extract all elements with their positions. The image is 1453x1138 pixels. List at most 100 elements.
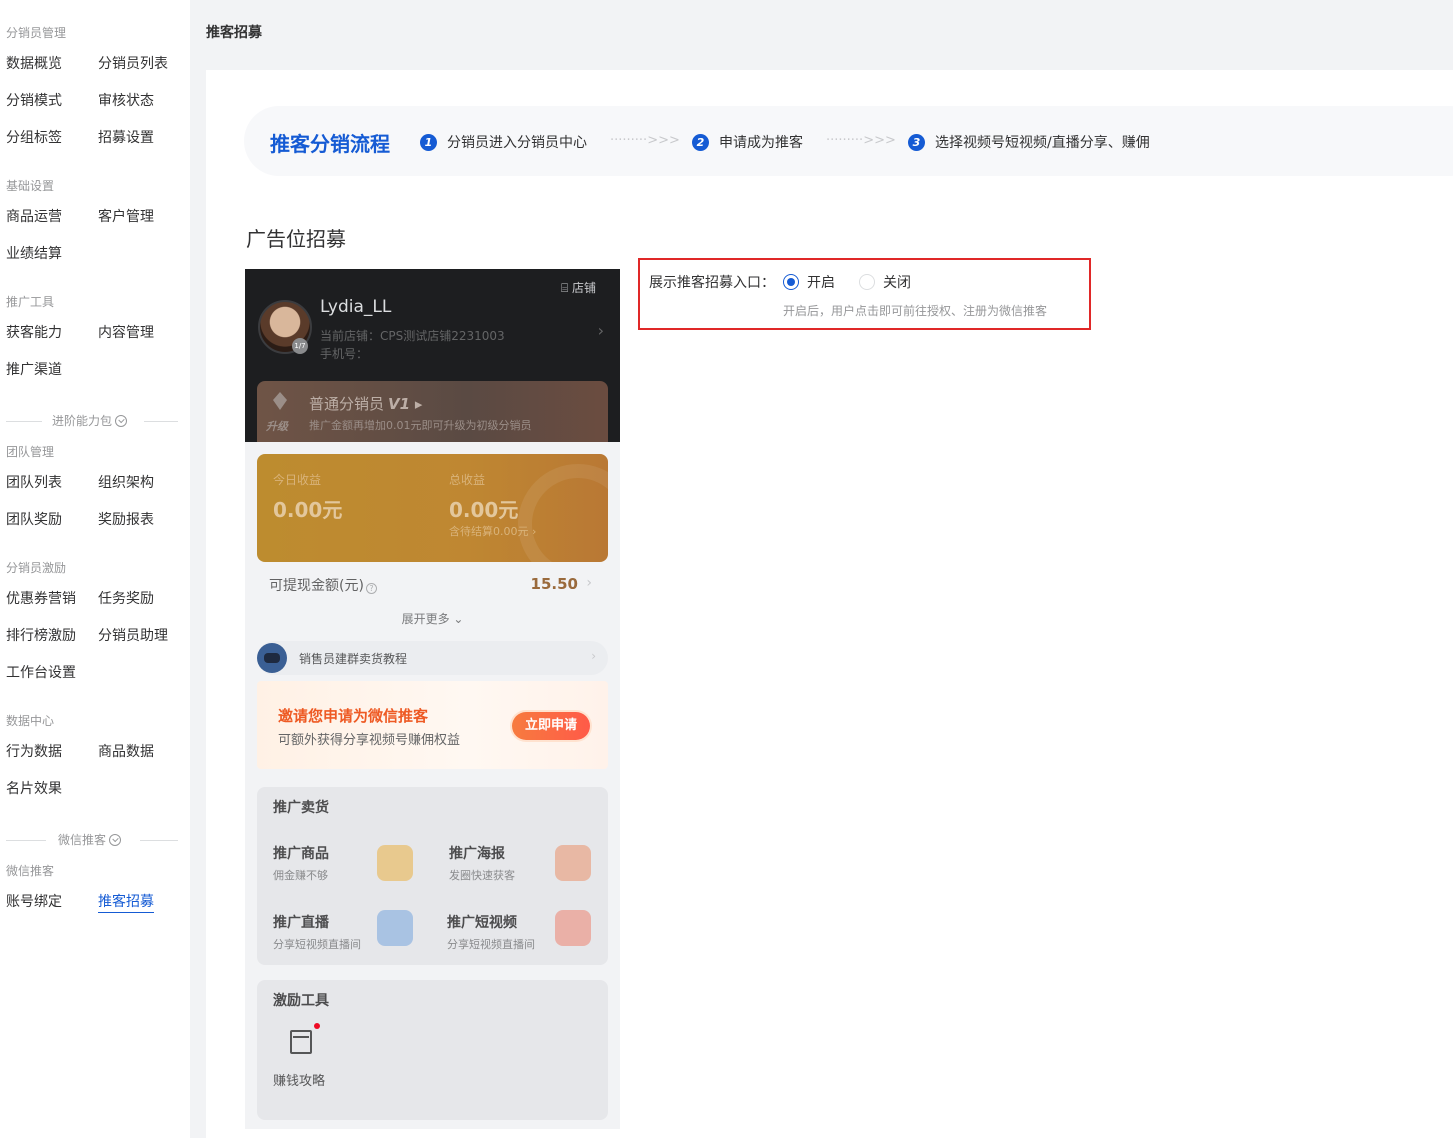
radio-label: 开启: [807, 275, 835, 291]
radio-option-off[interactable]: 关闭: [859, 272, 911, 292]
user-phone: 手机号：: [320, 347, 369, 361]
chevron-circle-icon: [109, 834, 122, 846]
nav-item-promo-channels[interactable]: 推广渠道: [6, 360, 62, 380]
total-income-value: 0.00元: [449, 498, 519, 522]
page-header: 推客招募: [190, 0, 1453, 70]
nav-item-distributor-assistant[interactable]: 分销员助理: [98, 626, 168, 646]
video-camera-icon: [555, 910, 591, 946]
group-title-wechat-promoter: 微信推客: [6, 864, 55, 878]
incentive-card-title: 激励工具: [273, 993, 329, 1009]
flow-step-3: 3 选择视频号短视频/直播分享、赚佣: [908, 132, 1150, 152]
tutorial-text: 销售员建群卖货教程: [299, 652, 408, 666]
nav-item-product-data[interactable]: 商品数据: [98, 742, 154, 762]
nav-item-group-tags[interactable]: 分组标签: [6, 128, 62, 148]
divider-advanced-pack[interactable]: 进阶能力包: [6, 412, 178, 430]
sidebar: 分销员管理 数据概览 分销员列表 分销模式 审核状态 分组标签 招募设置 基础设…: [0, 0, 190, 1138]
double-chevron-icon: ·········>>>: [610, 133, 680, 148]
chevron-right-icon: ›: [591, 649, 596, 663]
nav-item-customer-mgmt[interactable]: 客户管理: [98, 207, 154, 227]
promo-desc: 分享短视频直播间: [447, 938, 535, 951]
today-income-value: 0.00元: [273, 498, 343, 522]
withdraw-label-text: 可提现金额(元): [269, 578, 364, 594]
nav-item-acquisition[interactable]: 获客能力: [6, 323, 62, 343]
nav-item-org-structure[interactable]: 组织架构: [98, 473, 154, 493]
caret-right-icon: ▸: [410, 395, 423, 413]
promo-desc: 佣金赚不够: [273, 869, 328, 882]
group-title-incentives: 分销员激励: [6, 561, 67, 575]
flow-bar: 推客分销流程 1 分销员进入分销员中心 ·········>>> 2 申请成为推客 …: [244, 106, 1453, 176]
profile-header: ⌸ 店铺 1/7 Lydia_LL 当前店铺：CPS测试店铺2231003 手机…: [245, 269, 620, 442]
step-label: 分销员进入分销员中心: [447, 135, 587, 151]
user-name: Lydia_LL: [320, 297, 392, 317]
step-number: 3: [908, 134, 925, 151]
shop-link: ⌸ 店铺: [561, 279, 596, 296]
nav-item-distributor-list[interactable]: 分销员列表: [98, 54, 168, 74]
promo-name: 推广商品: [273, 846, 329, 862]
withdraw-label: 可提现金额(元)?: [269, 575, 377, 595]
divider-label: 进阶能力包: [52, 414, 113, 428]
main-content: 推客分销流程 1 分销员进入分销员中心 ·········>>> 2 申请成为推客 …: [206, 70, 1453, 1138]
chevron-right-icon: ›: [597, 321, 604, 340]
store-icon: ⌸: [560, 281, 572, 295]
radio-checked-icon[interactable]: [783, 274, 799, 290]
flow-title: 推客分销流程: [270, 132, 390, 156]
radio-option-on[interactable]: 开启: [783, 272, 835, 292]
divider-line: [140, 840, 178, 841]
nav-item-content-mgmt[interactable]: 内容管理: [98, 323, 154, 343]
income-card: 今日收益 0.00元 总收益 0.00元 含待结算0.00元 ›: [257, 454, 608, 562]
radio-label: 关闭: [883, 275, 911, 291]
expand-more: 展开更多 ⌄: [401, 612, 464, 626]
tutorial-row: 销售员建群卖货教程 ›: [257, 641, 608, 675]
nav-item-performance-settlement[interactable]: 业绩结算: [6, 244, 62, 264]
level-desc: 推广金额再增加0.01元即可升级为初级分销员: [309, 419, 532, 432]
promo-card-title: 推广卖货: [273, 800, 329, 816]
nav-item-team-rewards[interactable]: 团队奖励: [6, 510, 62, 530]
user-shop: 当前店铺：CPS测试店铺2231003: [320, 329, 505, 343]
step-number: 2: [692, 134, 709, 151]
nav-item-recruit-settings[interactable]: 招募设置: [98, 128, 154, 148]
book-icon: [290, 1030, 312, 1054]
withdraw-value: 15.50: [530, 575, 578, 593]
nav-item-workbench-settings[interactable]: 工作台设置: [6, 663, 76, 683]
incentive-card: 激励工具 赚钱攻略: [257, 980, 608, 1120]
robot-icon: [257, 643, 287, 673]
nav-item-data-overview[interactable]: 数据概览: [6, 54, 62, 74]
step-number: 1: [420, 134, 437, 151]
nav-item-reward-reports[interactable]: 奖励报表: [98, 510, 154, 530]
promo-name: 推广短视频: [447, 915, 517, 931]
help-icon: ?: [365, 583, 377, 594]
step-label: 选择视频号短视频/直播分享、赚佣: [935, 135, 1150, 151]
level-name: 普通分销员 V1 ▸: [309, 393, 422, 414]
nav-item-account-binding[interactable]: 账号绑定: [6, 892, 62, 912]
nav-item-task-rewards[interactable]: 任务奖励: [98, 589, 154, 609]
level-tag: V1: [388, 395, 411, 413]
nav-item-promoter-recruit[interactable]: 推客招募: [98, 892, 154, 913]
pending-settlement: 含待结算0.00元 ›: [449, 525, 537, 538]
notification-dot: [314, 1023, 320, 1029]
nav-item-team-list[interactable]: 团队列表: [6, 473, 62, 493]
group-title-basic-settings: 基础设置: [6, 179, 55, 193]
nav-item-behavior-data[interactable]: 行为数据: [6, 742, 62, 762]
promo-item-live: 推广直播 分享短视频直播间: [273, 910, 443, 962]
promo-name: 推广海报: [449, 846, 505, 862]
nav-item-product-ops[interactable]: 商品运营: [6, 207, 62, 227]
radio-unchecked-icon[interactable]: [859, 274, 875, 290]
divider-line: [6, 421, 42, 422]
nav-item-card-effect[interactable]: 名片效果: [6, 779, 62, 799]
nav-item-review-status[interactable]: 审核状态: [98, 91, 154, 111]
divider-line: [144, 421, 178, 422]
nav-item-coupon-marketing[interactable]: 优惠券营销: [6, 589, 76, 609]
total-income-label: 总收益: [449, 473, 486, 487]
diamond-icon: [273, 392, 287, 410]
divider-wechat-promoter[interactable]: 微信推客: [6, 831, 178, 849]
double-chevron-icon: ·········>>>: [826, 133, 896, 148]
promo-desc: 分享短视频直播间: [273, 938, 361, 951]
nav-item-distribution-mode[interactable]: 分销模式: [6, 91, 62, 111]
upgrade-label: 升级: [266, 420, 288, 433]
live-tv-icon: [377, 910, 413, 946]
group-title-data-center: 数据中心: [6, 714, 55, 728]
section-title: 广告位招募: [246, 227, 346, 251]
chevron-circle-icon: [115, 415, 128, 427]
nav-item-leaderboard[interactable]: 排行榜激励: [6, 626, 76, 646]
invite-title: 邀请您申请为微信推客: [278, 707, 429, 725]
